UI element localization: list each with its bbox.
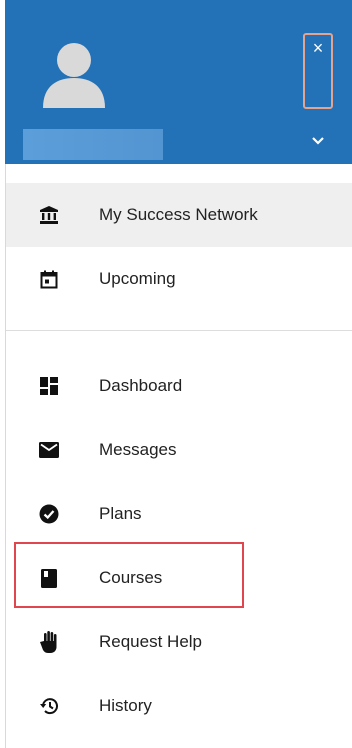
hand-icon [38,631,60,653]
menu-item-label: My Success Network [99,205,258,224]
institution-icon [38,204,60,226]
check-circle-icon [38,503,60,525]
menu-item-label: Courses [99,568,163,587]
menu-item-upcoming[interactable]: Upcoming [6,247,352,311]
close-button[interactable]: × [303,33,333,109]
navigation-menu: My Success Network Upcoming Dashboard Me… [6,164,352,738]
history-icon [38,695,60,717]
chevron-down-icon[interactable] [311,136,325,146]
user-avatar-icon[interactable] [39,38,109,108]
calendar-icon [38,268,60,290]
user-name-redacted [23,129,163,160]
profile-header: × [5,0,352,164]
menu-item-my-success-network[interactable]: My Success Network [6,183,352,247]
menu-item-dashboard[interactable]: Dashboard [6,354,352,418]
menu-item-label: Messages [99,440,177,459]
book-icon [38,567,60,589]
menu-item-label: History [99,696,152,715]
menu-item-plans[interactable]: Plans [6,482,352,546]
menu-divider [6,330,352,331]
menu-item-messages[interactable]: Messages [6,418,352,482]
menu-item-label: Plans [99,504,142,523]
menu-item-label: Upcoming [99,269,176,288]
dashboard-icon [38,375,60,397]
close-icon: × [312,38,324,58]
menu-item-label: Request Help [99,632,203,651]
menu-item-request-help[interactable]: Request Help [6,610,352,674]
menu-item-history[interactable]: History [6,674,352,738]
envelope-icon [38,439,60,461]
menu-item-courses[interactable]: Courses [6,546,352,610]
menu-item-label: Dashboard [99,376,183,395]
